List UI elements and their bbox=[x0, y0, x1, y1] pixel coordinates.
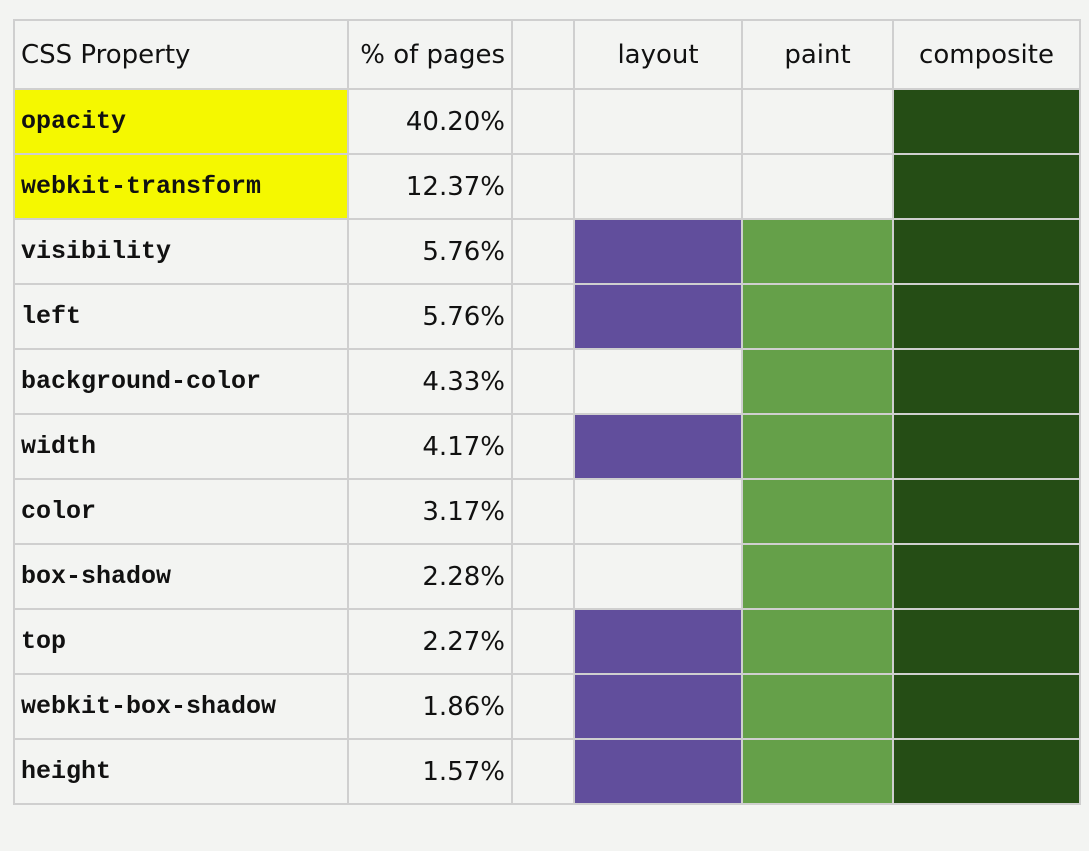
layout-indicator-cell bbox=[573, 218, 743, 285]
table-row: webkit-transform 12.37% bbox=[13, 153, 1081, 220]
percent-cell: 12.37% bbox=[347, 153, 513, 220]
percent-cell: 4.33% bbox=[347, 348, 513, 415]
table-row: top 2.27% bbox=[13, 608, 1081, 675]
table-row: webkit-box-shadow 1.86% bbox=[13, 673, 1081, 740]
header-paint: paint bbox=[741, 19, 894, 90]
layout-indicator-cell bbox=[573, 478, 743, 545]
spacer-cell bbox=[511, 738, 575, 805]
layout-indicator-cell bbox=[573, 413, 743, 480]
property-name-cell: visibility bbox=[13, 218, 349, 285]
header-composite: composite bbox=[892, 19, 1081, 90]
paint-indicator-cell bbox=[741, 218, 894, 285]
percent-cell: 40.20% bbox=[347, 88, 513, 155]
paint-indicator-cell bbox=[741, 413, 894, 480]
table-row: opacity 40.20% bbox=[13, 88, 1081, 155]
spacer-cell bbox=[511, 543, 575, 610]
property-name-cell: height bbox=[13, 738, 349, 805]
paint-indicator-cell bbox=[741, 673, 894, 740]
property-name-cell: box-shadow bbox=[13, 543, 349, 610]
layout-indicator-cell bbox=[573, 543, 743, 610]
spacer-cell bbox=[511, 348, 575, 415]
paint-indicator-cell bbox=[741, 608, 894, 675]
header-css-property: CSS Property bbox=[13, 19, 349, 90]
composite-indicator-cell bbox=[892, 348, 1081, 415]
composite-indicator-cell bbox=[892, 218, 1081, 285]
property-name-cell: top bbox=[13, 608, 349, 675]
layout-indicator-cell bbox=[573, 348, 743, 415]
header-row: CSS Property % of pages layout paint com… bbox=[13, 19, 1081, 90]
property-name-cell: width bbox=[13, 413, 349, 480]
layout-indicator-cell bbox=[573, 283, 743, 350]
composite-indicator-cell bbox=[892, 673, 1081, 740]
property-name-cell: background-color bbox=[13, 348, 349, 415]
paint-indicator-cell bbox=[741, 283, 894, 350]
paint-indicator-cell bbox=[741, 543, 894, 610]
composite-indicator-cell bbox=[892, 283, 1081, 350]
percent-cell: 4.17% bbox=[347, 413, 513, 480]
composite-indicator-cell bbox=[892, 543, 1081, 610]
spacer-cell bbox=[511, 413, 575, 480]
spacer-cell bbox=[511, 478, 575, 545]
percent-cell: 1.86% bbox=[347, 673, 513, 740]
header-percent-of-pages: % of pages bbox=[347, 19, 513, 90]
percent-cell: 2.27% bbox=[347, 608, 513, 675]
header-spacer bbox=[511, 19, 575, 90]
layout-indicator-cell bbox=[573, 608, 743, 675]
table-row: width 4.17% bbox=[13, 413, 1081, 480]
property-name-cell: webkit-box-shadow bbox=[13, 673, 349, 740]
percent-cell: 5.76% bbox=[347, 218, 513, 285]
property-name-cell: left bbox=[13, 283, 349, 350]
css-property-table: CSS Property % of pages layout paint com… bbox=[13, 19, 1081, 805]
table-row: left 5.76% bbox=[13, 283, 1081, 350]
table-row: background-color 4.33% bbox=[13, 348, 1081, 415]
table-row: visibility 5.76% bbox=[13, 218, 1081, 285]
paint-indicator-cell bbox=[741, 153, 894, 220]
composite-indicator-cell bbox=[892, 478, 1081, 545]
paint-indicator-cell bbox=[741, 348, 894, 415]
spacer-cell bbox=[511, 673, 575, 740]
spacer-cell bbox=[511, 153, 575, 220]
composite-indicator-cell bbox=[892, 608, 1081, 675]
composite-indicator-cell bbox=[892, 88, 1081, 155]
composite-indicator-cell bbox=[892, 153, 1081, 220]
header-layout: layout bbox=[573, 19, 743, 90]
percent-cell: 3.17% bbox=[347, 478, 513, 545]
layout-indicator-cell bbox=[573, 153, 743, 220]
table-row: box-shadow 2.28% bbox=[13, 543, 1081, 610]
layout-indicator-cell bbox=[573, 738, 743, 805]
paint-indicator-cell bbox=[741, 738, 894, 805]
property-name-cell: webkit-transform bbox=[13, 153, 349, 220]
composite-indicator-cell bbox=[892, 738, 1081, 805]
layout-indicator-cell bbox=[573, 88, 743, 155]
paint-indicator-cell bbox=[741, 478, 894, 545]
layout-indicator-cell bbox=[573, 673, 743, 740]
property-name-cell: opacity bbox=[13, 88, 349, 155]
composite-indicator-cell bbox=[892, 413, 1081, 480]
percent-cell: 5.76% bbox=[347, 283, 513, 350]
spacer-cell bbox=[511, 608, 575, 675]
table-row: color 3.17% bbox=[13, 478, 1081, 545]
spacer-cell bbox=[511, 283, 575, 350]
table-row: height 1.57% bbox=[13, 738, 1081, 805]
spacer-cell bbox=[511, 88, 575, 155]
percent-cell: 1.57% bbox=[347, 738, 513, 805]
table-body: opacity 40.20% webkit-transform 12.37% visib… bbox=[13, 88, 1081, 805]
paint-indicator-cell bbox=[741, 88, 894, 155]
spacer-cell bbox=[511, 218, 575, 285]
property-name-cell: color bbox=[13, 478, 349, 545]
percent-cell: 2.28% bbox=[347, 543, 513, 610]
